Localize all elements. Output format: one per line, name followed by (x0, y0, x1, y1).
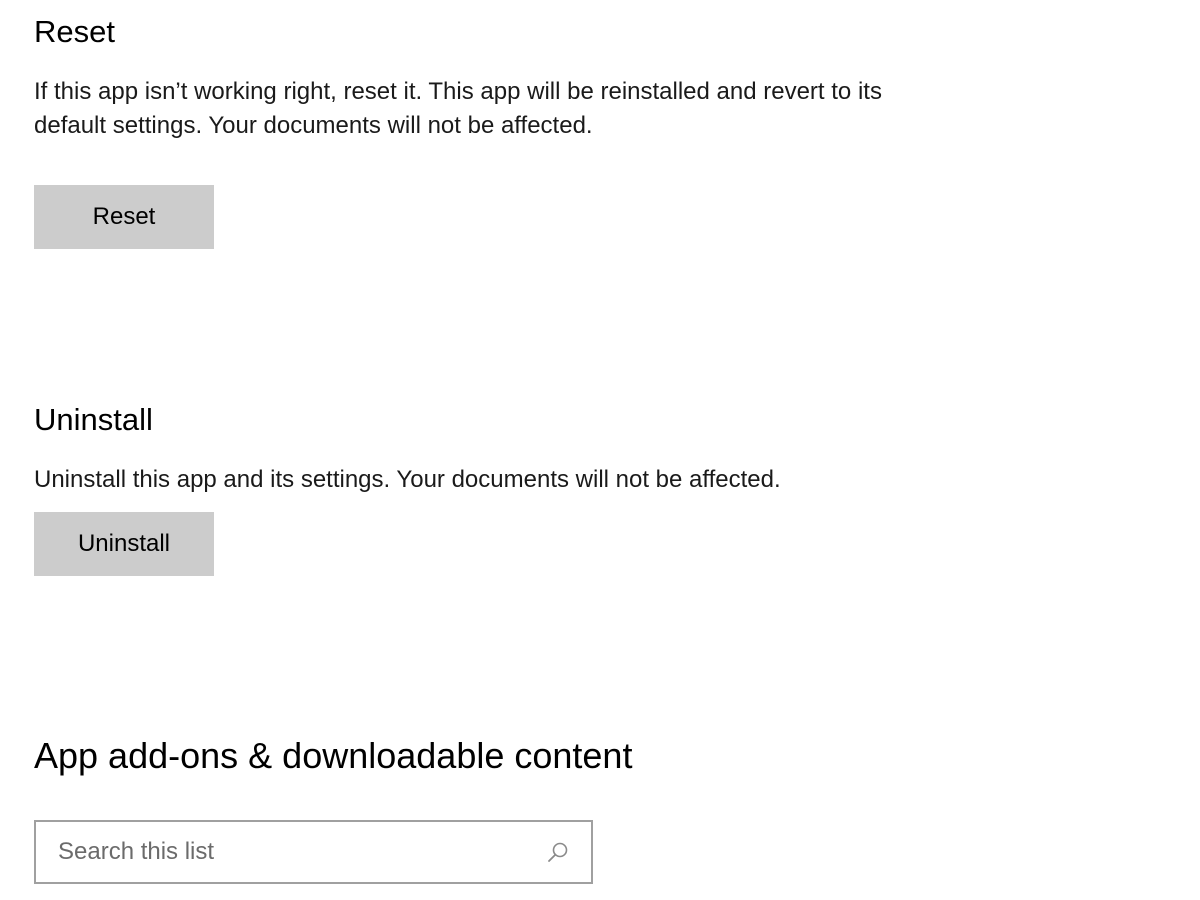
search-icon[interactable] (543, 837, 573, 867)
reset-title: Reset (34, 14, 115, 49)
search-input[interactable] (36, 822, 543, 882)
reset-button[interactable]: Reset (34, 185, 214, 249)
search-list-box[interactable] (34, 820, 593, 884)
uninstall-button[interactable]: Uninstall (34, 512, 214, 576)
reset-section: Reset If this app isn’t working right, r… (34, 14, 904, 249)
uninstall-section: Uninstall Uninstall this app and its set… (34, 402, 904, 576)
app-settings-page: Reset If this app isn’t working right, r… (0, 0, 1200, 900)
uninstall-description: Uninstall this app and its settings. You… (34, 466, 781, 493)
uninstall-title: Uninstall (34, 402, 153, 437)
reset-description: If this app isn’t working right, reset i… (34, 78, 882, 139)
addons-section: App add-ons & downloadable content (34, 735, 904, 777)
addons-title: App add-ons & downloadable content (34, 735, 633, 776)
